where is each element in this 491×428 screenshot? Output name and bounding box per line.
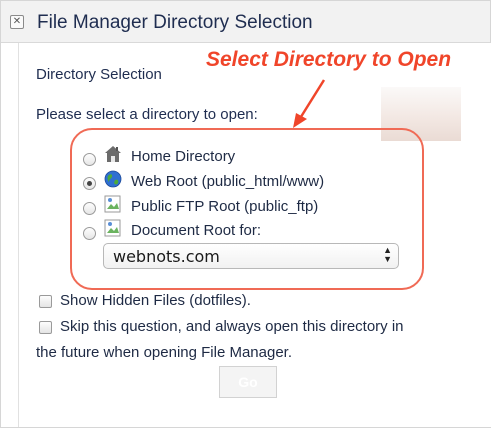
option-label-document-root: Document Root for: <box>131 222 262 239</box>
annotation-arrow-icon <box>293 79 326 128</box>
globe-icon <box>104 170 122 188</box>
radio-public-ftp[interactable] <box>83 202 96 215</box>
dialog-titlebar: ✕ File Manager Directory Selection <box>1 1 490 43</box>
skip-question-label: Skip this question, and always open this… <box>60 318 404 335</box>
dialog-title: File Manager Directory Selection <box>37 12 313 33</box>
option-label-home: Home Directory <box>131 148 236 165</box>
radio-web-root[interactable] <box>83 177 96 190</box>
annotation-callout: Select Directory to Open <box>206 48 452 71</box>
go-button[interactable]: Go <box>219 366 277 398</box>
domain-select[interactable]: webnots.com ▲ ▼ <box>103 243 399 269</box>
radio-document-root[interactable] <box>83 227 96 240</box>
show-hidden-files-checkbox[interactable] <box>39 295 52 308</box>
skip-question-checkbox[interactable] <box>39 321 52 334</box>
option-label-public-ftp: Public FTP Root (public_ftp) <box>131 198 319 215</box>
show-hidden-files-label: Show Hidden Files (dotfiles). <box>60 292 251 309</box>
close-x-icon[interactable]: ✕ <box>10 15 24 29</box>
option-label-web-root: Web Root (public_html/www) <box>131 173 325 190</box>
directory-prompt: Please select a directory to open: <box>36 106 258 123</box>
broken-image-icon <box>104 195 121 213</box>
domain-select-value: webnots.com <box>113 247 220 266</box>
radio-home-directory[interactable] <box>83 153 96 166</box>
select-arrows-icon: ▲ ▼ <box>383 245 392 264</box>
home-icon <box>105 146 121 162</box>
skip-question-label-continued: the future when opening File Manager. <box>36 344 293 361</box>
broken-image-icon <box>104 219 121 237</box>
section-title: Directory Selection <box>36 66 162 83</box>
